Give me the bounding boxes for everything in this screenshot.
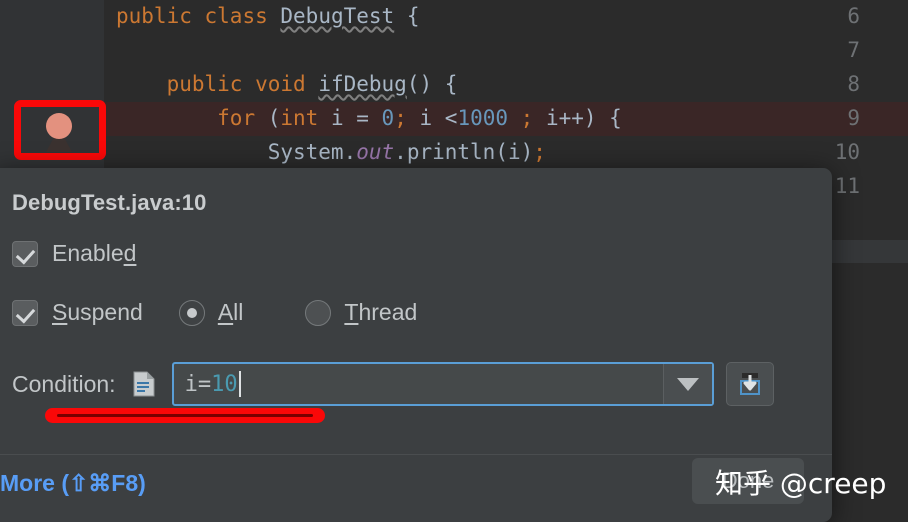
code-token: i = xyxy=(318,106,382,130)
condition-expand-editor-button[interactable] xyxy=(725,362,774,406)
condition-input-value: i=10 xyxy=(185,372,238,397)
breakpoint-properties-dialog: DebugTest.java:10 Enabled Suspend All Th… xyxy=(0,168,832,522)
condition-label: Condition: xyxy=(12,370,116,397)
radio-thread-label-mnemonic: T xyxy=(344,299,359,325)
annotation-condition-underline xyxy=(45,408,325,423)
watermark: 知乎 @creep xyxy=(715,467,887,500)
suspend-row[interactable]: Suspend All Thread xyxy=(12,299,417,326)
code-token: ; xyxy=(394,106,407,130)
code-token: int xyxy=(280,106,319,130)
suspend-label-post: uspend xyxy=(67,299,143,325)
radio-thread-label-post: hread xyxy=(358,299,418,325)
condition-row: Condition: i=10 xyxy=(12,362,774,406)
code-token: void xyxy=(255,72,306,96)
radio-all[interactable] xyxy=(178,299,205,326)
annotation-breakpoint-box xyxy=(14,100,106,160)
more-link[interactable]: More (⇧⌘F8) xyxy=(0,470,146,497)
code-token: DebugTest xyxy=(280,4,395,28)
line-number: 6 xyxy=(847,4,860,28)
enabled-label-mnemonic: d xyxy=(123,240,137,266)
code-token: ; xyxy=(520,106,534,130)
dialog-title: DebugTest.java:10 xyxy=(12,190,207,215)
chevron-down-icon xyxy=(676,377,699,391)
code-token: i++) { xyxy=(533,106,622,130)
radio-all-label: All xyxy=(218,299,244,326)
line-number: 7 xyxy=(847,38,860,62)
code-token: System. xyxy=(267,140,357,164)
code-token: 1000 xyxy=(457,106,509,130)
code-line: System.out.println(i); xyxy=(116,135,546,169)
condition-value-expr: i= xyxy=(184,371,212,397)
suspend-option-thread[interactable]: Thread xyxy=(305,299,417,326)
code-token: { xyxy=(394,4,420,28)
line-number: 8 xyxy=(847,72,860,96)
condition-history-dropdown[interactable] xyxy=(662,364,712,404)
line-number: 9 xyxy=(847,106,860,130)
code-token: ; xyxy=(533,140,546,164)
code-token: out xyxy=(356,140,395,164)
radio-all-label-post: ll xyxy=(233,299,244,325)
enabled-checkbox[interactable] xyxy=(12,240,38,267)
code-line: public void ifDebug() { xyxy=(116,67,458,101)
code-token: ifDebug xyxy=(318,72,407,96)
dialog-separator xyxy=(0,454,832,455)
suspend-option-all[interactable]: All xyxy=(178,299,244,326)
code-token: public xyxy=(166,72,243,96)
radio-thread-label: Thread xyxy=(344,299,417,326)
suspend-checkbox[interactable] xyxy=(12,299,38,326)
enabled-label-pre: Enable xyxy=(52,240,124,266)
code-token: () { xyxy=(406,72,458,96)
enabled-checkbox-row[interactable]: Enabled xyxy=(12,240,136,267)
code-token: class xyxy=(204,4,268,28)
code-token: ( xyxy=(255,106,281,130)
code-line: public class DebugTest { xyxy=(116,0,419,33)
radio-thread[interactable] xyxy=(305,299,332,326)
code-token: i < xyxy=(406,106,458,130)
suspend-label: Suspend xyxy=(52,299,143,326)
code-line: for (int i = 0; i <1000 ; i++) { xyxy=(116,101,622,135)
code-token: 0 xyxy=(381,106,395,130)
code-token: public xyxy=(116,4,192,28)
text-caret xyxy=(238,371,241,397)
file-script-icon xyxy=(132,371,156,397)
condition-value-number: 10 xyxy=(211,371,238,397)
expand-editor-icon xyxy=(739,373,760,395)
line-number: 10 xyxy=(834,140,860,164)
code-token: .println(i) xyxy=(394,140,534,164)
radio-all-label-mnemonic: A xyxy=(217,299,234,325)
condition-input[interactable]: i=10 xyxy=(171,362,714,406)
enabled-label: Enabled xyxy=(52,240,136,267)
suspend-label-mnemonic: S xyxy=(52,299,68,325)
code-token: for xyxy=(217,106,256,130)
